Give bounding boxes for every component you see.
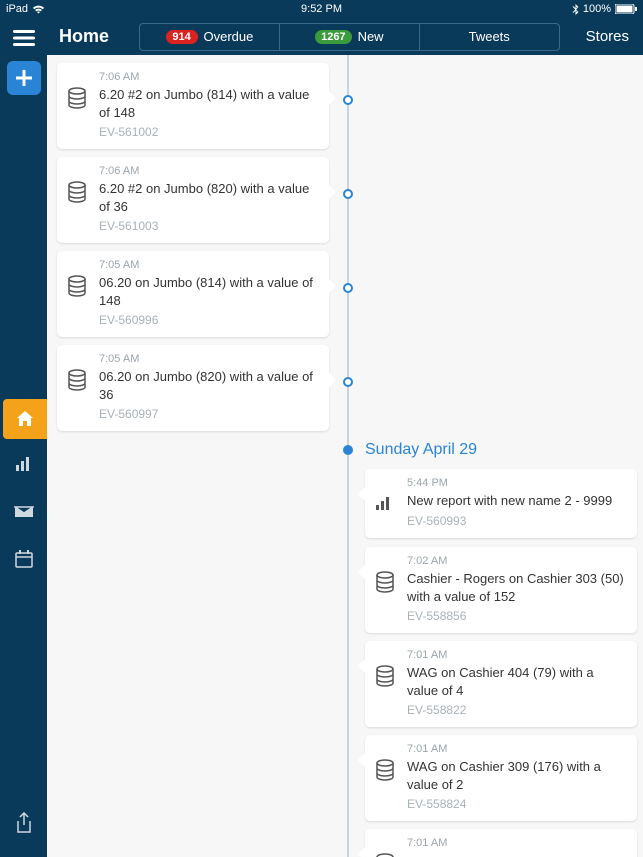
tab-new-label: New xyxy=(358,29,384,44)
event-card[interactable]: 7:01 AM xyxy=(365,829,637,857)
page-title: Home xyxy=(47,26,139,47)
device-label: iPad xyxy=(6,3,28,15)
event-id: EV-560993 xyxy=(407,514,627,528)
event-id: EV-561002 xyxy=(99,125,319,139)
event-time: 7:05 AM xyxy=(99,259,319,271)
event-time: 7:02 AM xyxy=(407,555,627,567)
database-icon xyxy=(67,181,87,208)
event-time: 7:01 AM xyxy=(407,743,627,755)
segment-control: 914 Overdue 1267 New Tweets xyxy=(139,23,560,51)
event-title: 6.20 #2 on Jumbo (814) with a value of 1… xyxy=(99,86,319,121)
timeline-dot xyxy=(343,377,353,387)
sidebar-item-inbox[interactable] xyxy=(0,487,47,535)
database-icon xyxy=(375,665,395,692)
timeline-dot xyxy=(343,95,353,105)
new-badge: 1267 xyxy=(315,30,351,44)
tab-overdue[interactable]: 914 Overdue xyxy=(140,24,280,50)
tab-overdue-label: Overdue xyxy=(204,29,254,44)
overdue-badge: 914 xyxy=(166,30,198,44)
sidebar-item-reports[interactable] xyxy=(0,439,47,487)
event-card[interactable]: 5:44 PM New report with new name 2 - 999… xyxy=(365,469,637,538)
share-button[interactable] xyxy=(0,799,47,847)
event-title: 06.20 on Jumbo (814) with a value of 148 xyxy=(99,274,319,309)
sidebar-item-home[interactable] xyxy=(3,399,47,439)
status-time: 9:52 PM xyxy=(126,3,517,15)
event-time: 7:06 AM xyxy=(99,71,319,83)
event-card[interactable]: 7:06 AM 6.20 #2 on Jumbo (814) with a va… xyxy=(57,63,329,149)
database-icon xyxy=(375,759,395,786)
database-icon xyxy=(67,275,87,302)
sidebar xyxy=(0,55,47,857)
event-card[interactable]: 7:05 AM 06.20 on Jumbo (820) with a valu… xyxy=(57,345,329,431)
timeline-date-dot xyxy=(343,445,353,455)
add-button[interactable] xyxy=(7,61,41,95)
tab-tweets-label: Tweets xyxy=(469,29,510,44)
stores-button[interactable]: Stores xyxy=(572,28,643,45)
event-time: 5:44 PM xyxy=(407,477,627,489)
event-title: Cashier - Rogers on Cashier 303 (50) wit… xyxy=(407,570,627,605)
event-id: EV-558824 xyxy=(407,797,627,811)
bars-icon xyxy=(375,493,393,516)
event-title: WAG on Cashier 404 (79) with a value of … xyxy=(407,664,627,699)
event-time: 7:06 AM xyxy=(99,165,319,177)
event-card[interactable]: 7:01 AM WAG on Cashier 404 (79) with a v… xyxy=(365,641,637,727)
event-card[interactable]: 7:02 AM Cashier - Rogers on Cashier 303 … xyxy=(365,547,637,633)
tab-tweets[interactable]: Tweets xyxy=(420,24,559,50)
battery-icon xyxy=(615,3,637,15)
event-id: EV-561003 xyxy=(99,219,319,233)
timeline-content: 7:06 AM 6.20 #2 on Jumbo (814) with a va… xyxy=(47,55,643,857)
event-title: 6.20 #2 on Jumbo (820) with a value of 3… xyxy=(99,180,319,215)
database-icon xyxy=(67,87,87,114)
timeline-dot xyxy=(343,189,353,199)
event-id: EV-558856 xyxy=(407,609,627,623)
date-header: Sunday April 29 xyxy=(365,441,477,459)
database-icon xyxy=(375,571,395,598)
event-time: 7:01 AM xyxy=(407,837,627,849)
event-id: EV-558822 xyxy=(407,703,627,717)
event-id: EV-560996 xyxy=(99,313,319,327)
event-time: 7:01 AM xyxy=(407,649,627,661)
event-title: 06.20 on Jumbo (820) with a value of 36 xyxy=(99,368,319,403)
database-icon xyxy=(375,853,395,857)
event-time: 7:05 AM xyxy=(99,353,319,365)
event-title: New report with new name 2 - 9999 xyxy=(407,492,627,510)
wifi-icon xyxy=(32,3,45,15)
sidebar-item-calendar[interactable] xyxy=(0,535,47,583)
status-bar: iPad 9:52 PM 100% xyxy=(0,0,643,18)
timeline-line xyxy=(347,55,349,857)
event-card[interactable]: 7:05 AM 06.20 on Jumbo (814) with a valu… xyxy=(57,251,329,337)
database-icon xyxy=(67,369,87,396)
menu-icon[interactable] xyxy=(7,21,41,55)
event-card[interactable]: 7:06 AM 6.20 #2 on Jumbo (820) with a va… xyxy=(57,157,329,243)
event-title: WAG on Cashier 309 (176) with a value of… xyxy=(407,758,627,793)
event-id: EV-560997 xyxy=(99,407,319,421)
bluetooth-icon xyxy=(572,3,579,15)
timeline-dot xyxy=(343,283,353,293)
event-card[interactable]: 7:01 AM WAG on Cashier 309 (176) with a … xyxy=(365,735,637,821)
battery-label: 100% xyxy=(583,3,611,15)
app-header: Home 914 Overdue 1267 New Tweets Stores xyxy=(0,18,643,55)
tab-new[interactable]: 1267 New xyxy=(280,24,420,50)
